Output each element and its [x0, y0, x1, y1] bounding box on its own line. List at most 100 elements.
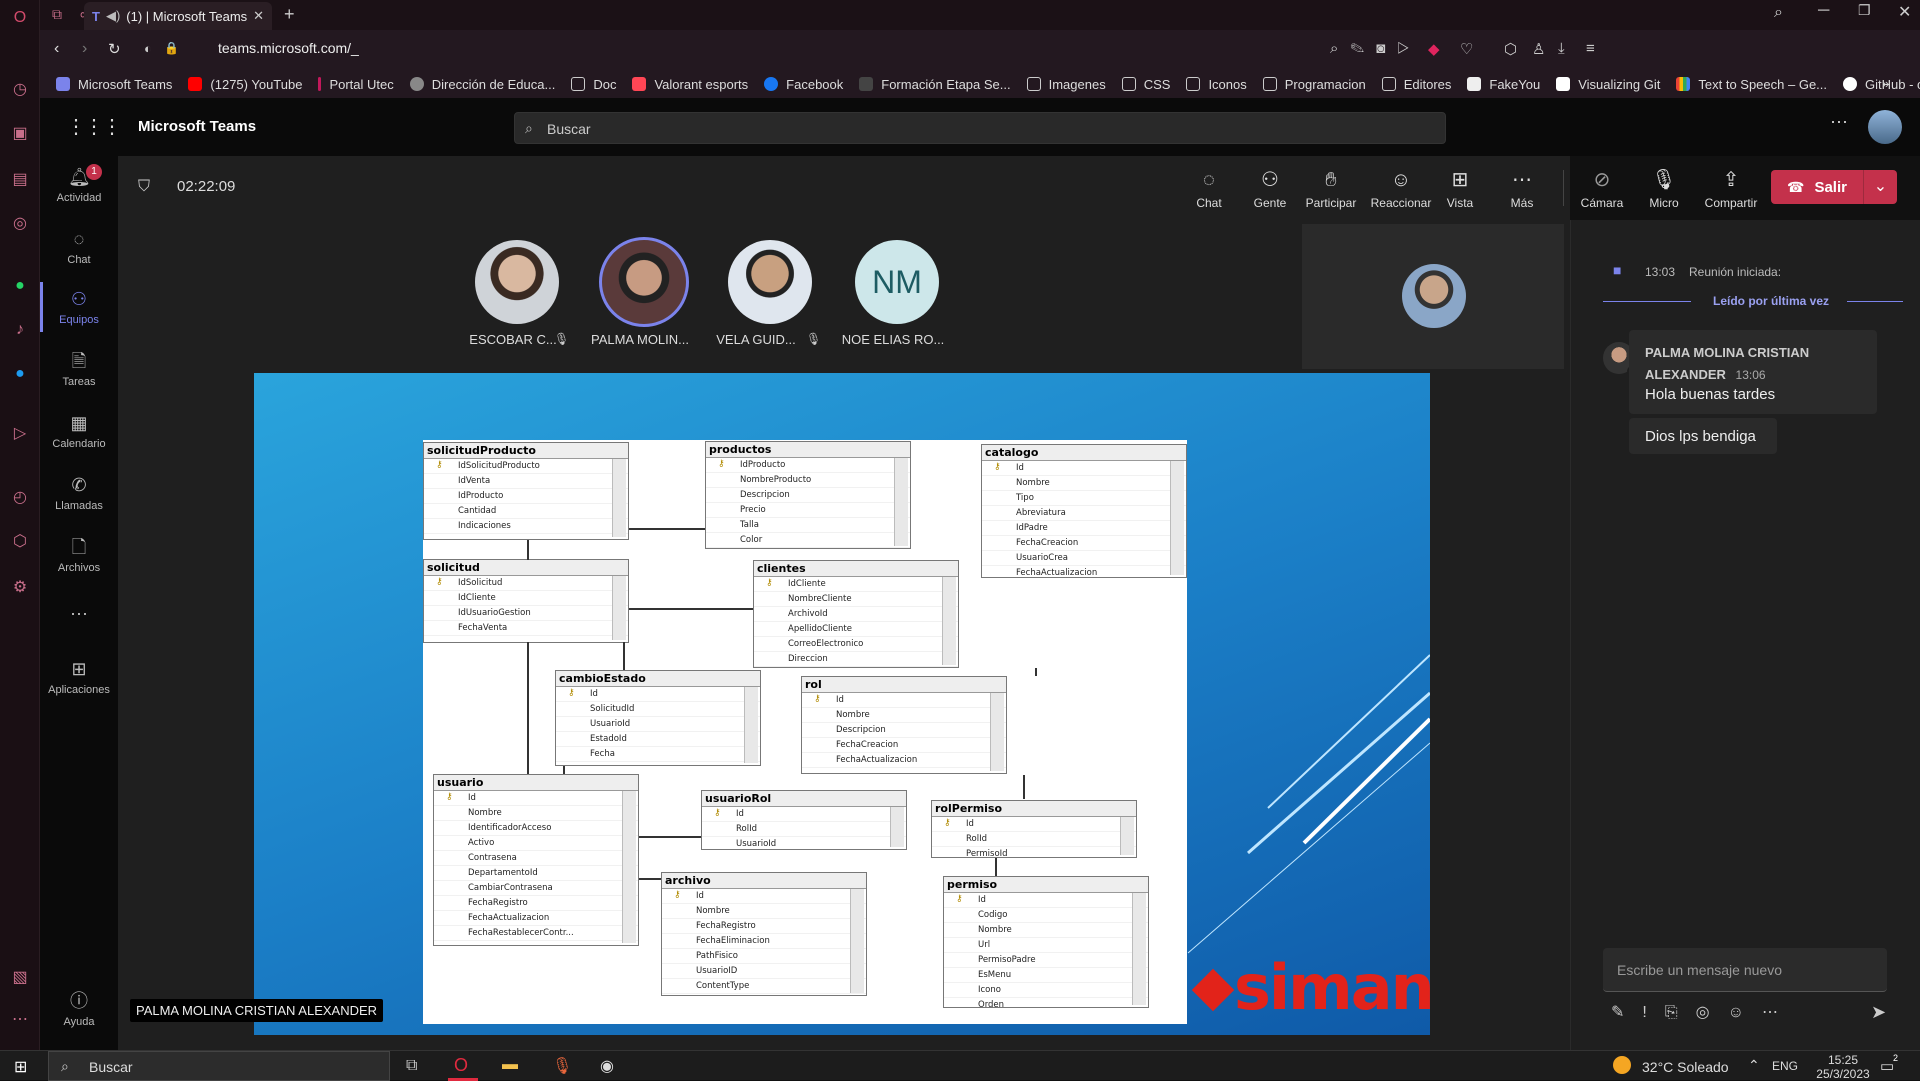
bookmark-item[interactable]: Formación Etapa Se... [859, 77, 1011, 92]
participant-initials[interactable]: NM [855, 240, 939, 324]
profile-icon[interactable]: ♙ [1532, 40, 1545, 58]
player-icon[interactable]: ▷ [10, 424, 30, 444]
bookmark-item[interactable]: Facebook [764, 77, 843, 92]
snapshot-icon[interactable]: ▧ [10, 968, 30, 988]
emoji-icon[interactable]: ☺ [1728, 1004, 1762, 1021]
more-button[interactable]: ⋯ Más [1494, 168, 1550, 210]
bookmark-item[interactable]: Microsoft Teams [56, 77, 172, 92]
window-close-icon[interactable]: ✕ [1898, 2, 1911, 22]
nav-ayuda[interactable]: ⓘ Ayuda [40, 990, 118, 1028]
task-view-icon[interactable]: ⧉ [406, 1057, 417, 1075]
bookmark-item[interactable]: Visualizing Git [1556, 77, 1660, 92]
share-button[interactable]: ⇪ Compartir [1696, 168, 1766, 210]
more-icon[interactable]: ⋯ [1762, 1004, 1796, 1021]
compose-box[interactable]: Escribe un mensaje nuevo [1603, 948, 1887, 992]
camera-button[interactable]: ⊘ Cámara [1574, 168, 1630, 210]
speed-dial-icon[interactable]: ◷ [10, 80, 30, 100]
url-field[interactable]: teams.microsoft.com/_ [218, 40, 359, 56]
bookmark-item[interactable]: Text to Speech – Ge... [1676, 77, 1827, 92]
tab-teams[interactable]: T ◀) (1) | Microsoft Teams ✕ [84, 2, 272, 30]
nav-actividad[interactable]: 🔔︎ 1 Actividad [40, 164, 118, 204]
more-apps-icon[interactable]: ⋯ [40, 604, 118, 625]
chat-button[interactable]: ◌ Chat [1181, 168, 1237, 210]
app-launcher-icon[interactable]: ⋮⋮⋮ [66, 114, 122, 139]
bookmark-item[interactable]: Iconos [1186, 77, 1247, 92]
opera-logo-icon[interactable]: O [10, 8, 30, 28]
loop-icon[interactable]: ◎ [1696, 1004, 1728, 1021]
new-tab-icon[interactable]: + [284, 4, 295, 25]
whatsapp-icon[interactable]: ● [10, 276, 30, 296]
taskbar-search[interactable]: ⌕ Buscar [48, 1051, 390, 1081]
react-button[interactable]: ☺ Reaccionar [1368, 168, 1434, 210]
more-icon[interactable]: ⋯ [10, 1010, 30, 1030]
chevron-up-icon[interactable]: ⌃ [1748, 1057, 1760, 1074]
bookmark-item[interactable]: Editores [1381, 77, 1451, 92]
minimize-icon[interactable]: ─ [1818, 2, 1829, 20]
heart-icon[interactable]: ♡ [1460, 40, 1473, 58]
clock-time[interactable]: 15:25 [1818, 1053, 1868, 1067]
chevron-down-icon[interactable]: ⌄ [1863, 170, 1897, 204]
pocket-icon[interactable]: ◆ [1428, 40, 1440, 58]
app-icon[interactable]: ◉ [600, 1056, 614, 1076]
people-button[interactable]: ⚇ Gente [1242, 168, 1298, 210]
forward-icon[interactable]: › [82, 40, 87, 58]
history-icon[interactable]: ◴ [10, 488, 30, 508]
cube-icon[interactable]: ⬡ [1504, 40, 1517, 58]
nav-llamadas[interactable]: ✆ Llamadas [40, 474, 118, 512]
format-icon[interactable]: ✎ [1611, 1004, 1642, 1021]
leave-button[interactable]: ☎ Salir ⌄ [1771, 170, 1897, 204]
extensions-icon[interactable]: ⬡ [10, 532, 30, 552]
search-box[interactable]: ⌕ Buscar [514, 112, 1446, 144]
bookmark-item[interactable]: FakeYou [1467, 77, 1540, 92]
bookmark-item[interactable]: Portal Utec [318, 77, 394, 92]
send-icon[interactable]: ➤ [1871, 1002, 1886, 1023]
tab-search-icon[interactable]: ⌕ [1774, 4, 1783, 22]
nav-tareas[interactable]: 🗎︎ Tareas [40, 350, 118, 388]
nav-calendario[interactable]: ▦ Calendario [40, 412, 118, 450]
bookmark-item[interactable]: CSS [1121, 77, 1170, 92]
more-options-icon[interactable]: ⋯ [1830, 112, 1848, 133]
twitch-icon[interactable]: ▤ [10, 170, 30, 190]
clock-date[interactable]: 25/3/2023 [1808, 1067, 1878, 1081]
bookmark-item[interactable]: (1275) YouTube [188, 77, 302, 92]
shopping-icon[interactable]: ▣ [10, 124, 30, 144]
close-tab-icon[interactable]: ✕ [253, 8, 264, 24]
vpn-icon[interactable]: ◐ [144, 41, 152, 56]
windows-start-icon[interactable]: ⊞ [14, 1057, 27, 1077]
easy-setup-icon[interactable]: ≡ [1586, 40, 1595, 57]
bookmark-item[interactable]: Doc [571, 77, 616, 92]
twitter-icon[interactable]: ● [10, 364, 30, 384]
mic-app-icon[interactable]: 🎙︎ [552, 1056, 572, 1076]
nav-aplicaciones[interactable]: ⊞ Aplicaciones [40, 658, 118, 696]
tab-menu-icon[interactable]: ⧉ [52, 6, 62, 23]
priority-icon[interactable]: ! [1642, 1004, 1664, 1021]
nav-equipos[interactable]: ⚇ Equipos [40, 282, 118, 332]
participant-avatar-speaking[interactable] [599, 237, 689, 327]
download-icon[interactable]: ⤓ [1558, 40, 1565, 57]
bookmark-item[interactable]: Valorant esports [632, 77, 748, 92]
bookmark-item[interactable]: Imagenes [1026, 77, 1106, 92]
instagram-icon[interactable]: ◎ [10, 214, 30, 234]
reload-icon[interactable]: ↻ [108, 40, 121, 58]
mic-button[interactable]: 🎙︎ Micro [1636, 168, 1692, 210]
user-avatar[interactable] [1868, 110, 1902, 144]
view-button[interactable]: ⊞ Vista [1432, 168, 1488, 210]
language[interactable]: ENG [1772, 1059, 1798, 1073]
weather-text[interactable]: 32°C Soleado [1642, 1059, 1729, 1075]
nav-archivos[interactable]: 🗋︎ Archivos [40, 536, 118, 574]
nav-chat[interactable]: ◌ Chat [40, 228, 118, 266]
participant-avatar[interactable] [728, 240, 812, 324]
bookmarks-overflow-icon[interactable]: » [1882, 76, 1889, 91]
tiktok-icon[interactable]: ♪ [10, 320, 30, 340]
bookmark-item[interactable]: Dirección de Educa... [409, 77, 555, 92]
search-input[interactable]: Buscar [547, 121, 591, 137]
address-actions-icons[interactable]: ⌕✎◙▷ [1330, 40, 1421, 57]
participant-avatar[interactable] [475, 240, 559, 324]
taskbar-search-input[interactable]: Buscar [89, 1059, 133, 1075]
compose-input[interactable]: Escribe un mensaje nuevo [1617, 962, 1782, 978]
file-explorer-icon[interactable]: ▬ [502, 1056, 518, 1074]
restore-icon[interactable]: ❐ [1858, 2, 1871, 19]
raise-hand-button[interactable]: ✋︎ Participar [1303, 168, 1359, 210]
bookmark-item[interactable]: Programacion [1262, 77, 1366, 92]
back-icon[interactable]: ‹ [54, 40, 59, 58]
